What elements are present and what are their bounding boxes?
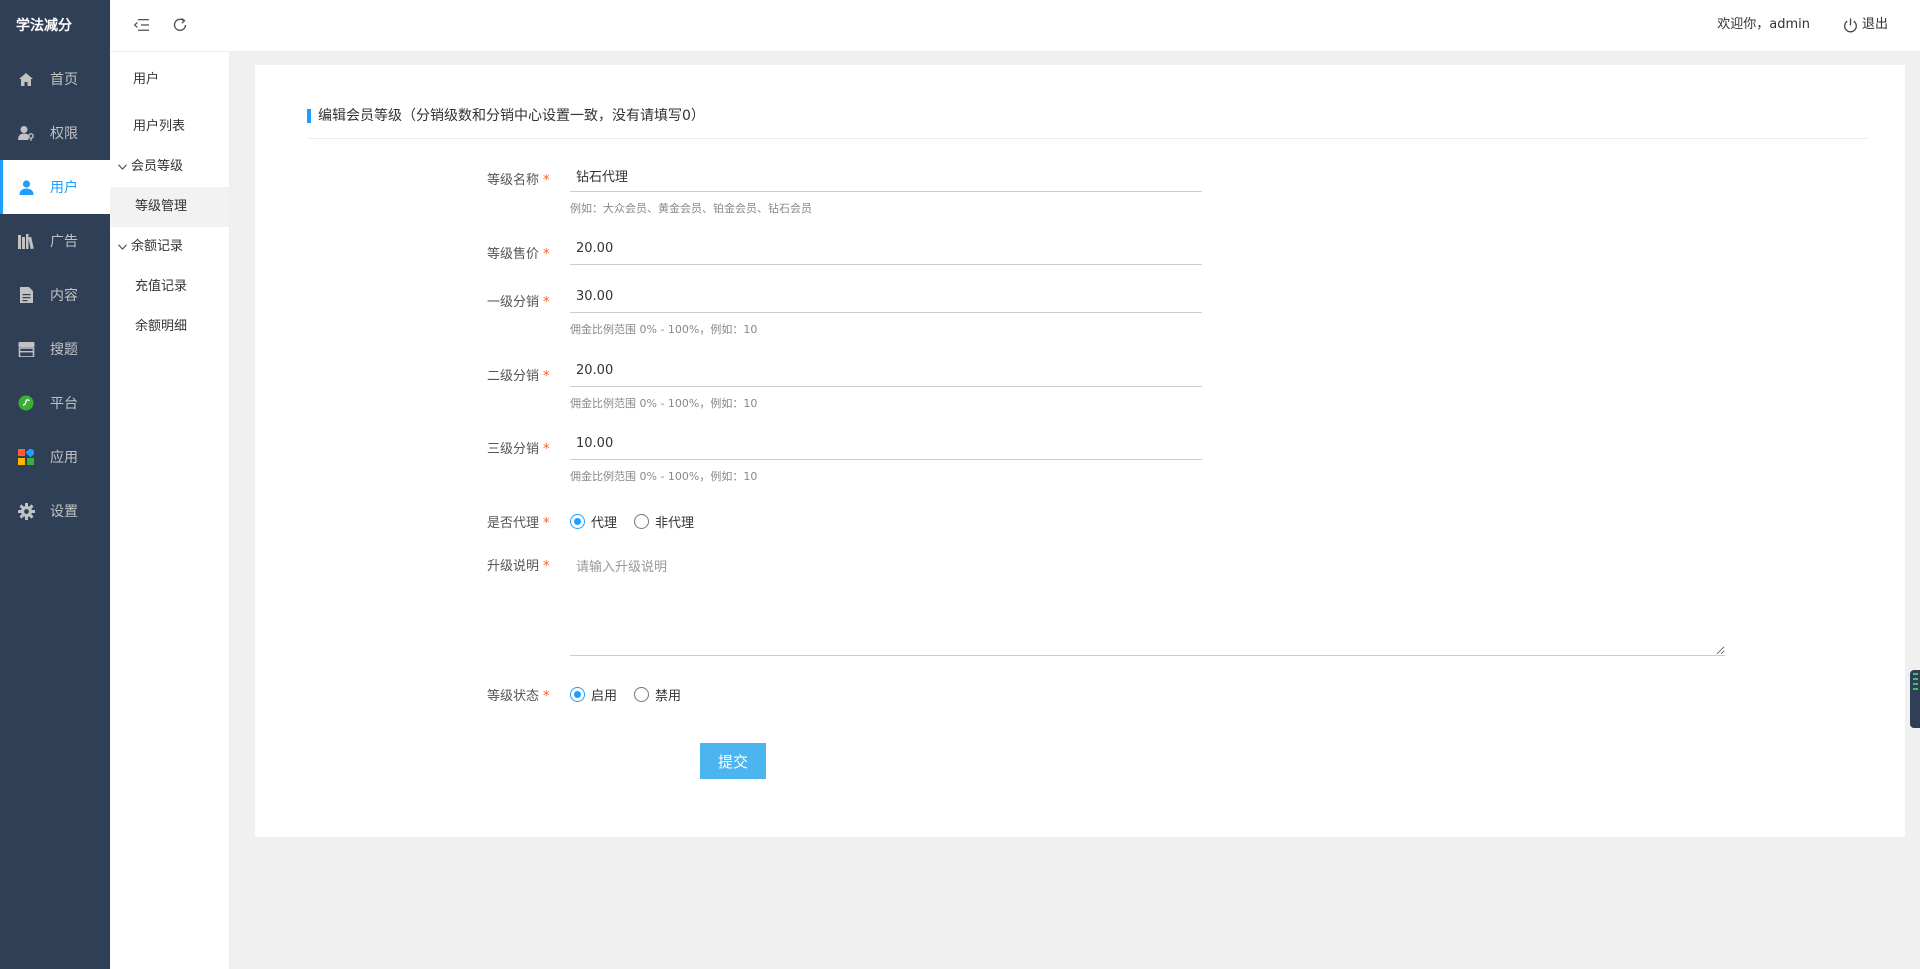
submenu-item-level-manage[interactable]: 等级管理 bbox=[110, 187, 229, 227]
books-icon bbox=[17, 232, 35, 250]
sidebar-item-label: 应用 bbox=[50, 450, 78, 466]
submenu-item-recharge-record[interactable]: 充值记录 bbox=[110, 267, 229, 307]
radio-unchecked-icon bbox=[634, 514, 649, 529]
status-label: 等级状态 * bbox=[487, 689, 550, 704]
submenu-group-label: 余额记录 bbox=[131, 239, 184, 254]
sidebar-item-label: 设置 bbox=[50, 504, 78, 520]
upgrade-desc-textarea[interactable] bbox=[570, 548, 1725, 656]
submenu-group-member-level[interactable]: 会员等级 bbox=[110, 147, 229, 187]
sidebar-item-settings[interactable]: 设置 bbox=[0, 484, 110, 538]
required-mark: * bbox=[543, 247, 550, 262]
user-icon bbox=[17, 178, 35, 196]
dist2-tip: 佣金比例范围 0% - 100%，例如：10 bbox=[570, 397, 758, 410]
sidebar-item-label: 平台 bbox=[50, 396, 78, 412]
price-label: 等级售价 * bbox=[487, 247, 550, 262]
collapse-menu-icon[interactable] bbox=[130, 14, 152, 36]
submit-button[interactable]: 提交 bbox=[700, 743, 766, 779]
dist1-label: 一级分销 * bbox=[487, 295, 550, 310]
radio-enable[interactable]: 启用 bbox=[570, 685, 617, 704]
level-name-tip: 例如：大众会员、黄金会员、铂金会员、钻石会员 bbox=[570, 202, 812, 215]
dist3-input[interactable] bbox=[570, 428, 1202, 460]
dist2-label: 二级分销 * bbox=[487, 369, 550, 384]
price-input[interactable] bbox=[570, 233, 1202, 265]
sidebar-item-label: 用户 bbox=[50, 180, 78, 196]
main-sidebar: 学法减分 首页 权限 用户 广告 内容 搜题 平台 应用 设置 bbox=[0, 0, 110, 969]
sidebar-item-search-questions[interactable]: 搜题 bbox=[0, 322, 110, 376]
sidebar-item-label: 首页 bbox=[50, 72, 78, 88]
radio-checked-icon bbox=[570, 687, 585, 702]
radio-unchecked-icon bbox=[634, 687, 649, 702]
power-icon bbox=[1843, 18, 1858, 33]
required-mark: * bbox=[543, 516, 550, 531]
chevron-down-icon bbox=[118, 227, 127, 267]
sidebar-item-ads[interactable]: 广告 bbox=[0, 214, 110, 268]
radio-checked-icon bbox=[570, 514, 585, 529]
sidebar-item-platform[interactable]: 平台 bbox=[0, 376, 110, 430]
required-mark: * bbox=[543, 369, 550, 384]
sidebar-item-users[interactable]: 用户 bbox=[0, 160, 110, 214]
store-icon bbox=[17, 340, 35, 358]
required-mark: * bbox=[543, 559, 550, 574]
platform-icon bbox=[17, 394, 35, 412]
sidebar-item-label: 搜题 bbox=[50, 342, 78, 358]
required-mark: * bbox=[543, 173, 550, 188]
sidebar-item-content[interactable]: 内容 bbox=[0, 268, 110, 322]
side-drawer-handle[interactable] bbox=[1910, 670, 1920, 728]
secondary-menu: 用户 用户列表 会员等级 等级管理 余额记录 充值记录 余额明细 bbox=[110, 52, 230, 969]
submenu-item-balance-detail[interactable]: 余额明细 bbox=[110, 307, 229, 347]
dist3-label: 三级分销 * bbox=[487, 442, 550, 457]
edit-level-card: 编辑会员等级（分销级数和分销中心设置一致，没有请填写0） 等级名称* 例如：大众… bbox=[255, 65, 1905, 837]
level-name-label: 等级名称 * bbox=[487, 173, 550, 188]
radio-disable[interactable]: 禁用 bbox=[634, 685, 681, 704]
document-icon bbox=[17, 286, 35, 304]
required-mark: * bbox=[543, 295, 550, 310]
dist1-tip: 佣金比例范围 0% - 100%，例如：10 bbox=[570, 323, 758, 336]
required-mark: * bbox=[543, 442, 550, 457]
brand-logo: 学法减分 bbox=[16, 18, 72, 34]
logout-label: 退出 bbox=[1861, 17, 1888, 32]
top-header: 欢迎你，admin 退出 bbox=[110, 0, 1920, 52]
upgrade-desc-label: 升级说明 * bbox=[487, 559, 550, 574]
dist2-input[interactable] bbox=[570, 355, 1202, 387]
submenu-group-balance[interactable]: 余额记录 bbox=[110, 227, 229, 267]
user-key-icon bbox=[17, 124, 35, 142]
gear-icon bbox=[17, 502, 35, 520]
home-icon bbox=[17, 70, 35, 88]
required-mark: * bbox=[543, 689, 550, 704]
dist1-input[interactable] bbox=[570, 281, 1202, 313]
sidebar-item-apps[interactable]: 应用 bbox=[0, 430, 110, 484]
form-title: 编辑会员等级（分销级数和分销中心设置一致，没有请填写0） bbox=[307, 105, 1869, 139]
dist3-tip: 佣金比例范围 0% - 100%，例如：10 bbox=[570, 470, 758, 483]
welcome-text: 欢迎你，admin bbox=[1717, 17, 1810, 32]
level-name-input[interactable] bbox=[570, 160, 1202, 192]
apps-icon bbox=[17, 448, 35, 466]
refresh-icon[interactable] bbox=[169, 14, 191, 36]
radio-agent[interactable]: 代理 bbox=[570, 512, 617, 531]
submenu-title: 用户 bbox=[133, 72, 160, 87]
radio-non-agent[interactable]: 非代理 bbox=[634, 512, 694, 531]
sidebar-item-permission[interactable]: 权限 bbox=[0, 106, 110, 160]
sidebar-item-label: 内容 bbox=[50, 288, 78, 304]
submenu-group-label: 会员等级 bbox=[131, 159, 184, 174]
logout-button[interactable]: 退出 bbox=[1843, 0, 1888, 50]
chevron-down-icon bbox=[118, 147, 127, 187]
submenu-item-user-list[interactable]: 用户列表 bbox=[110, 107, 229, 147]
sidebar-item-label: 广告 bbox=[50, 234, 78, 250]
sidebar-item-home[interactable]: 首页 bbox=[0, 52, 110, 106]
is-agent-label: 是否代理 * bbox=[487, 516, 550, 531]
sidebar-item-label: 权限 bbox=[50, 126, 78, 142]
